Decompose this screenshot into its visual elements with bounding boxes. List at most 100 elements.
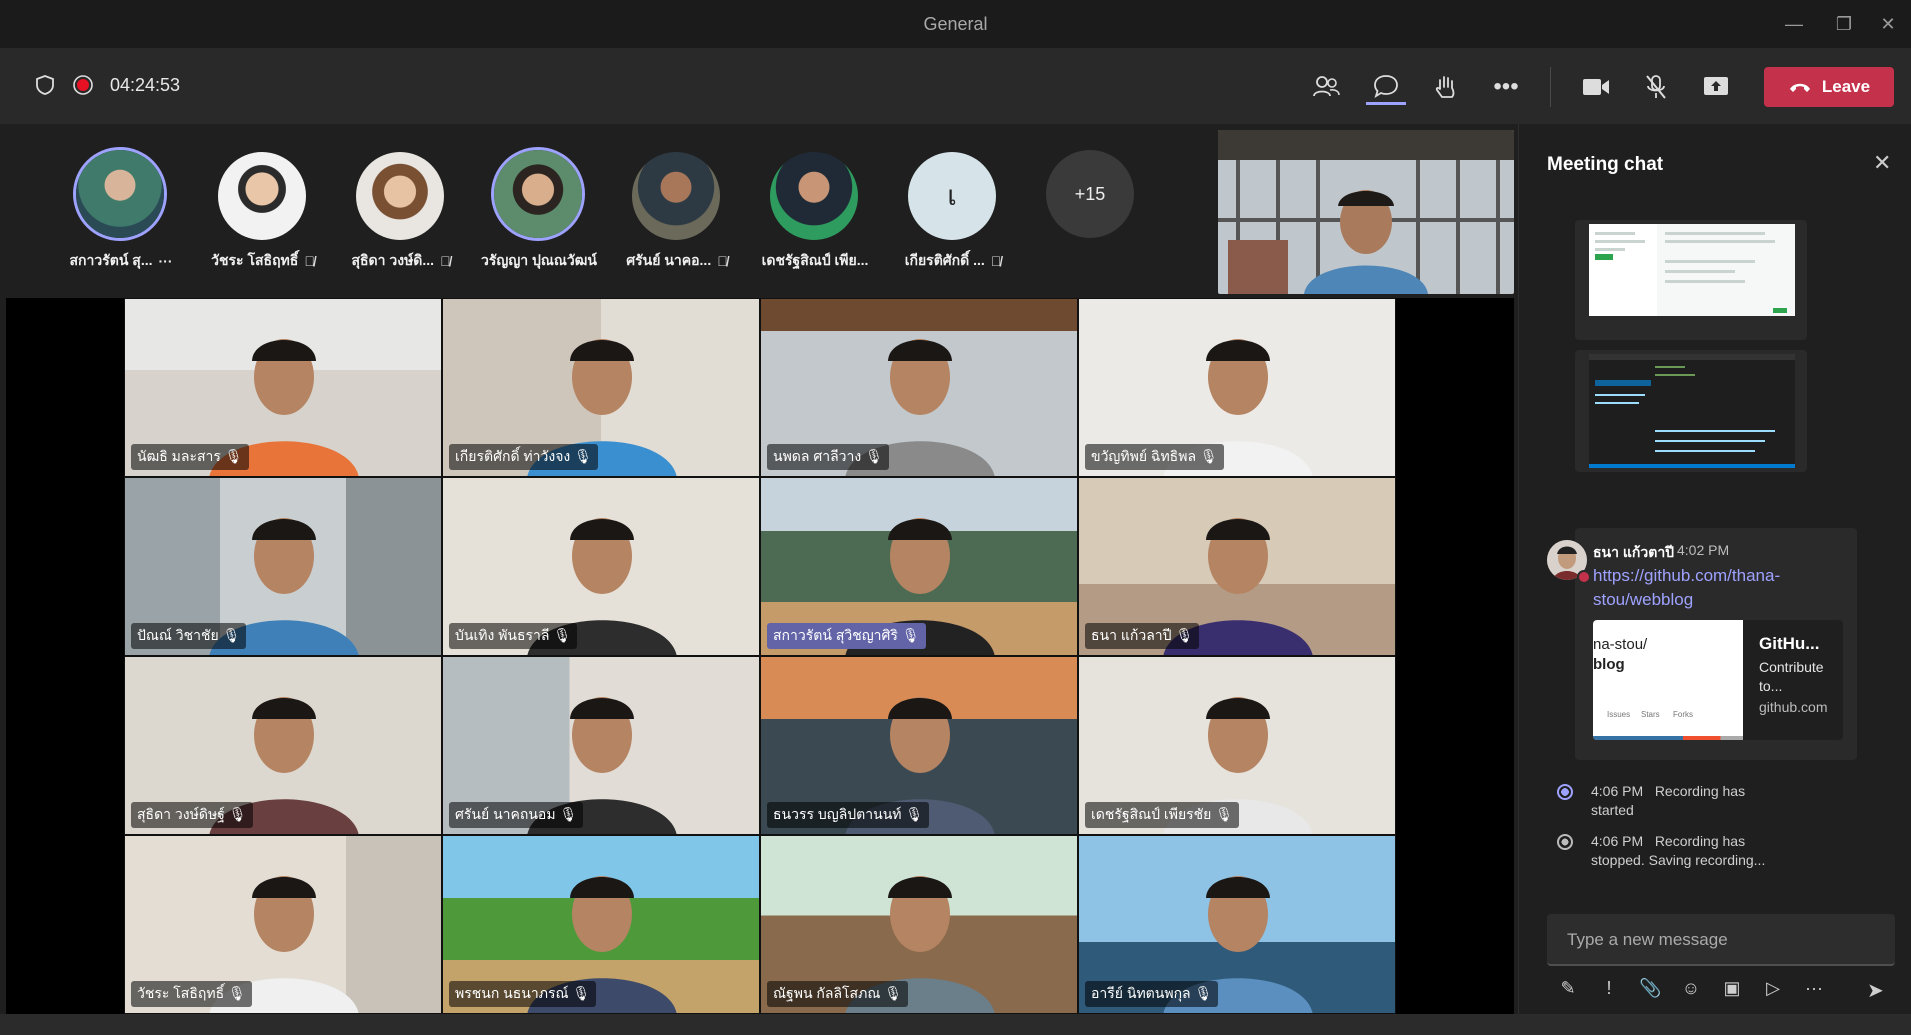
shared-image[interactable] — [1575, 220, 1807, 340]
leave-button[interactable]: Leave — [1764, 67, 1894, 107]
close-chat-button[interactable]: ✕ — [1873, 150, 1891, 176]
window-title: General — [923, 14, 988, 34]
avatar[interactable] — [494, 150, 582, 238]
more-button[interactable]: ••• — [1486, 69, 1526, 105]
avatar[interactable] — [218, 152, 306, 240]
avatar-name: เกียรติศักดิ์ ... 🎙̸ — [904, 252, 1002, 269]
mic-icon: 🎙 — [574, 448, 592, 464]
avatar[interactable] — [76, 150, 164, 238]
participant-name-label: ธนวรร บญลิปตานนท์ 🎙 — [767, 802, 930, 828]
chat-button[interactable] — [1366, 69, 1406, 105]
sticker-icon[interactable]: ▣ — [1721, 978, 1743, 999]
video-tile[interactable]: วัชระ โสธิฤทธิ์ 🎙 — [124, 835, 442, 1014]
more-icon[interactable]: ··· — [1803, 978, 1825, 999]
avatar[interactable]: เ — [908, 152, 996, 240]
avatar[interactable] — [770, 152, 858, 240]
video-tile[interactable]: บันเทิง พันธราลี 🎙 — [442, 477, 760, 656]
emoji-icon[interactable]: ☺ — [1680, 978, 1702, 999]
video-tile[interactable]: ณัฐพน กัลลิโสภณ 🎙 — [760, 835, 1078, 1014]
recording-stopped-icon — [1557, 834, 1573, 850]
video-tile[interactable]: สกาวรัตน์ สุวิชญาศิริ 🎙 — [760, 477, 1078, 656]
video-tile[interactable]: นัฒธิ มละสาร 🎙 — [124, 298, 442, 477]
screenshot-thumbnail — [1589, 354, 1795, 468]
link-preview-title: GitHu... — [1759, 634, 1820, 653]
video-tile[interactable]: พรชนก นธนาภรณ์ 🎙 — [442, 835, 760, 1014]
mic-icon: 🎙 — [572, 985, 591, 1001]
avatar[interactable] — [356, 152, 444, 240]
share-icon — [1704, 77, 1728, 95]
avatar-name: วรัญญา ปุณณวัฒน์ — [481, 252, 597, 268]
more-options-icon[interactable]: ··· — [159, 253, 173, 269]
minimize-button[interactable]: — — [1772, 10, 1816, 38]
participant-name-label: เดชรัฐสิณป์ เพียรชัย 🎙 — [1085, 802, 1240, 828]
overflow-participants-button[interactable]: +15 — [1046, 150, 1134, 238]
mic-icon: 🎙 — [1199, 448, 1218, 464]
screenshot-thumbnail — [1589, 224, 1795, 316]
participant-name-label: ขวัญทิพย์ ฉิทธิพล 🎙 — [1085, 444, 1224, 470]
participant-name-label: นพดล ศาลีวาง 🎙 — [767, 444, 889, 470]
priority-icon[interactable]: ! — [1598, 978, 1620, 999]
link-preview-description: Contribute to... — [1759, 659, 1824, 694]
link-preview-image: na-stou/ blog Issues Stars Forks — [1593, 620, 1743, 740]
meeting-timer: 04:24:53 — [110, 74, 181, 95]
overflow-count: +15 — [1074, 183, 1106, 204]
forward-icon[interactable]: ▷ — [1762, 978, 1784, 999]
hang-up-icon — [1789, 83, 1810, 92]
participant-name-label: อารีย์ นิทตนพกุล 🎙 — [1085, 981, 1219, 1007]
mic-icon: 🎙 — [865, 448, 883, 464]
mic-icon: 🎙 — [559, 806, 578, 822]
restore-button[interactable]: ❐ — [1822, 10, 1866, 38]
mic-icon: 🎙 — [905, 806, 924, 822]
link-preview-card[interactable]: na-stou/ blog Issues Stars Forks GitHu..… — [1593, 620, 1843, 740]
hand-icon — [1435, 76, 1455, 98]
video-tile[interactable]: เดชรัฐสิณป์ เพียรชัย 🎙 — [1078, 656, 1396, 835]
message-input[interactable] — [1565, 928, 1869, 952]
self-view-video[interactable] — [1218, 130, 1514, 294]
avatar-name: วัชระ โสธิฤทธิ์ 🎙̸ — [211, 252, 315, 269]
video-tile[interactable]: สุธิดา วงษ์ดิษฐ์ 🎙 — [124, 656, 442, 835]
more-icon: ••• — [1493, 73, 1519, 100]
attach-icon[interactable]: 📎 — [1639, 978, 1661, 999]
avatar-name: สกาวรัตน์ สุ... ··· — [69, 252, 173, 269]
camera-button[interactable] — [1576, 69, 1616, 105]
mic-icon: 🎙 — [222, 627, 241, 643]
self-video-image — [1218, 130, 1514, 294]
avatar[interactable] — [632, 152, 720, 240]
video-tile[interactable]: ศรันย์ นาคถนอม 🎙 — [442, 656, 760, 835]
leave-label: Leave — [1821, 77, 1871, 96]
participant-name-label: ปัณณ์ วิชาชัย 🎙 — [131, 623, 247, 649]
participants-button[interactable] — [1306, 69, 1346, 105]
title-bar: General — ❐ ✕ — [0, 0, 1911, 49]
compose-toolbar: ✎ ! 📎 ☺ ▣ ▷ ··· — [1557, 978, 1825, 999]
mic-off-icon: 🎙̸ — [304, 253, 315, 269]
people-icon — [1313, 76, 1340, 97]
raise-hand-button[interactable] — [1426, 69, 1466, 105]
video-grid: นัฒธิ มละสาร 🎙 เกียรติศักดิ์ ท่าวังจง 🎙 … — [124, 298, 1396, 1014]
camera-icon — [1583, 79, 1609, 95]
participant-name-label: สุธิดา วงษ์ดิษฐ์ 🎙 — [131, 802, 253, 828]
shared-image[interactable] — [1575, 350, 1807, 472]
video-tile[interactable]: ธนา แก้วลาปี 🎙 — [1078, 477, 1396, 656]
share-button[interactable] — [1696, 69, 1736, 105]
video-tile[interactable]: ธนวรร บญลิปตานนท์ 🎙 — [760, 656, 1078, 835]
video-tile[interactable]: ขวัญทิพย์ ฉิทธิพล 🎙 — [1078, 298, 1396, 477]
participant-name-label: นัฒธิ มละสาร 🎙 — [131, 444, 249, 470]
avatar-name: ศรันย์ นาคอ... 🎙̸ — [626, 252, 728, 269]
video-tile[interactable]: อารีย์ นิทตนพกุล 🎙 — [1078, 835, 1396, 1014]
video-tile[interactable]: เกียรติศักดิ์ ท่าวังจง 🎙 — [442, 298, 760, 477]
mic-icon: 🎙 — [228, 806, 247, 822]
send-button[interactable]: ➤ — [1867, 978, 1884, 1003]
video-tile[interactable]: ปัณณ์ วิชาชัย 🎙 — [124, 477, 442, 656]
close-icon: ✕ — [1880, 13, 1896, 34]
participant-name-label: ณัฐพน กัลลิโสภณ 🎙 — [767, 981, 908, 1007]
shield-icon[interactable] — [34, 74, 56, 96]
format-icon[interactable]: ✎ — [1557, 978, 1579, 999]
recording-icon — [73, 75, 93, 95]
avatar-name: สุธิดา วงษ์ดิ... 🎙̸ — [351, 252, 451, 269]
video-tile[interactable]: นพดล ศาลีวาง 🎙 — [760, 298, 1078, 477]
chat-icon — [1374, 74, 1398, 98]
mic-button[interactable] — [1636, 69, 1676, 105]
compose-box[interactable] — [1547, 914, 1895, 966]
message-link[interactable]: https://github.com/thana-stou/webblog — [1593, 564, 1813, 612]
close-window-button[interactable]: ✕ — [1866, 10, 1910, 38]
